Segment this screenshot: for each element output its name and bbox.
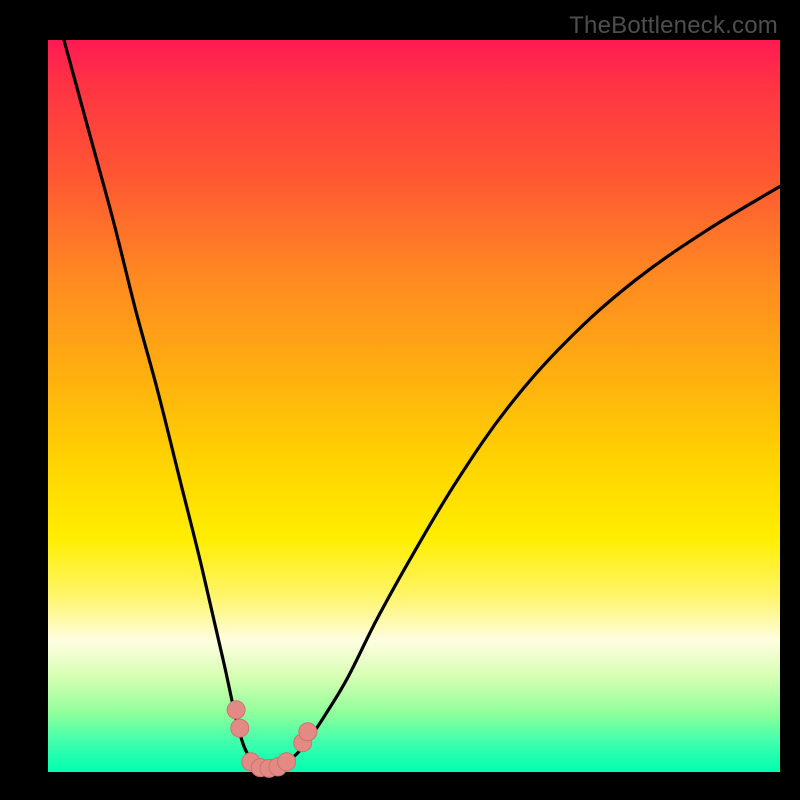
data-marker bbox=[227, 701, 245, 719]
bottleneck-curve-chart bbox=[48, 40, 780, 772]
data-marker bbox=[278, 753, 296, 771]
curve-layer bbox=[48, 0, 780, 769]
data-marker bbox=[299, 723, 317, 741]
plot-area bbox=[48, 40, 780, 772]
bottleneck-curve bbox=[48, 0, 780, 769]
data-marker bbox=[231, 719, 249, 737]
watermark-text: TheBottleneck.com bbox=[569, 12, 778, 40]
chart-frame: TheBottleneck.com bbox=[0, 0, 800, 800]
